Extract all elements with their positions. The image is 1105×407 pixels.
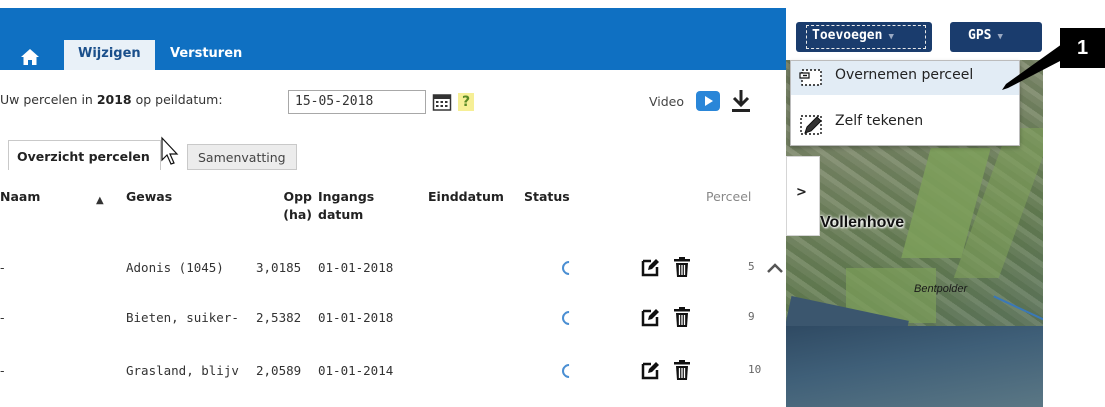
cell-gewas: Adonis (1045)	[126, 260, 224, 275]
col-perceel[interactable]: Perceel	[706, 188, 751, 206]
gps-label: GPS	[968, 28, 992, 43]
info-suffix: op peildatum:	[131, 92, 223, 107]
toevoegen-dropdown: Overnemen perceel Zelf tekenen	[790, 60, 1020, 146]
col-opp-label: Opp	[283, 189, 312, 204]
info-year: 2018	[96, 92, 132, 107]
video-label: Video	[649, 94, 685, 109]
col-einddatum[interactable]: Einddatum	[428, 188, 504, 206]
callout-badge: 1	[1060, 28, 1105, 68]
menu-item-label: Zelf tekenen	[835, 113, 924, 129]
cell-opp: 2,0589	[256, 363, 302, 378]
tab-versturen[interactable]: Versturen	[170, 46, 242, 61]
col-status[interactable]: Status	[524, 188, 570, 206]
table-row[interactable]: - Grasland, blijv 2,0589 01-01-2014 10	[0, 353, 770, 403]
help-icon[interactable]: ?	[458, 93, 474, 111]
menu-item-label: Overnemen perceel	[835, 67, 974, 83]
trash-icon[interactable]	[672, 359, 692, 381]
col-ingangs-label: Ingangs	[318, 189, 375, 204]
cell-perceel: 9	[748, 310, 755, 323]
map-road	[993, 295, 1043, 323]
edit-icon[interactable]	[640, 359, 660, 381]
peildatum-input[interactable]: 15-05-2018	[288, 90, 426, 114]
cell-naam: -	[0, 260, 5, 275]
panel-toggle-button[interactable]: >	[786, 156, 820, 236]
download-icon[interactable]	[730, 88, 752, 114]
cell-gewas: Bieten, suiker-	[126, 310, 239, 325]
focus-ring	[806, 25, 926, 49]
col-gewas[interactable]: Gewas	[126, 188, 172, 206]
cell-opp: 3,0185	[256, 260, 302, 275]
home-button[interactable]	[14, 44, 46, 70]
edit-icon[interactable]	[640, 306, 660, 328]
col-opp-unit: (ha)	[283, 207, 312, 222]
tab-overzicht-percelen[interactable]: Overzicht percelen	[8, 140, 161, 170]
col-opp[interactable]: Opp (ha)	[276, 188, 312, 224]
cell-naam: -	[0, 363, 5, 378]
col-datum-label: datum	[318, 207, 364, 222]
loading-spinner-icon	[559, 258, 579, 278]
col-ingangsdatum[interactable]: Ingangs datum	[318, 188, 374, 224]
cell-opp: 2,5382	[256, 310, 302, 325]
table-row[interactable]: - Adonis (1045) 3,0185 01-01-2018 5	[0, 250, 770, 300]
info-prefix: Uw percelen in	[0, 92, 97, 107]
trash-icon[interactable]	[672, 306, 692, 328]
tab-wijzigen[interactable]: Wijzigen	[64, 40, 155, 70]
scroll-up-arrow-icon[interactable]	[764, 257, 786, 279]
cell-gewas: Grasland, blijv	[126, 363, 239, 378]
trash-icon[interactable]	[672, 256, 692, 278]
callout-arrow	[1000, 44, 1062, 90]
tab-samenvatting[interactable]: Samenvatting	[187, 144, 297, 170]
map-water	[786, 326, 1043, 407]
edit-icon[interactable]	[640, 256, 660, 278]
table-row[interactable]: - Bieten, suiker- 2,5382 01-01-2018 9	[0, 300, 770, 350]
copy-parcel-icon	[799, 67, 825, 89]
play-video-icon[interactable]	[696, 91, 720, 111]
menu-item-overnemen-perceel[interactable]: Overnemen perceel	[791, 61, 1019, 95]
draw-pencil-icon	[799, 113, 825, 135]
loading-spinner-icon	[559, 308, 579, 328]
calendar-icon[interactable]	[432, 92, 452, 112]
cell-naam: -	[0, 310, 5, 325]
home-icon	[21, 49, 39, 65]
cell-ingangsdatum: 01-01-2014	[318, 363, 394, 378]
map-polder-label: Bentpolder	[914, 283, 968, 295]
mouse-pointer-icon	[160, 136, 182, 166]
cell-perceel: 10	[748, 363, 762, 376]
loading-spinner-icon	[559, 361, 579, 381]
cell-ingangsdatum: 01-01-2018	[318, 260, 394, 275]
cell-perceel: 5	[748, 260, 755, 273]
chevron-down-icon: ▼	[997, 32, 1003, 42]
menu-item-zelf-tekenen[interactable]: Zelf tekenen	[791, 107, 1019, 141]
cell-ingangsdatum: 01-01-2018	[318, 310, 394, 325]
col-naam[interactable]: Naam	[0, 188, 40, 206]
sort-asc-icon[interactable]: ▲	[96, 195, 104, 206]
peildatum-info: Uw percelen in 2018 op peildatum:	[0, 92, 223, 107]
map-town-label: Vollenhove	[820, 214, 905, 231]
